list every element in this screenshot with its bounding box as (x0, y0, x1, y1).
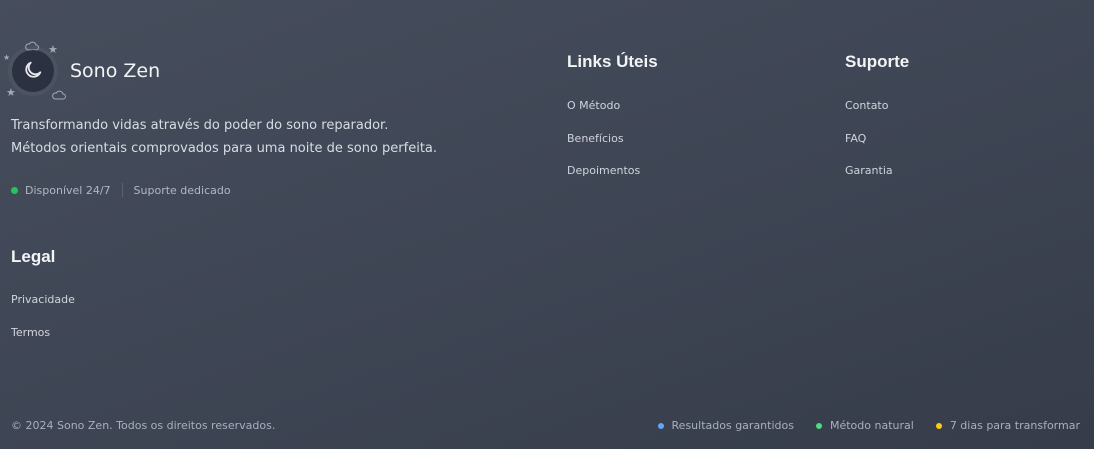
legal-list: Privacidade Termos (11, 293, 75, 358)
badge-label: 7 dias para transformar (949, 419, 1080, 432)
star-icon: ★ (3, 53, 11, 62)
link-garantia[interactable]: Garantia (845, 164, 893, 197)
link-termos[interactable]: Termos (11, 326, 75, 359)
divider (121, 183, 123, 197)
badge-seven-days: 7 dias para transformar (935, 419, 1080, 432)
link-beneficios[interactable]: Benefícios (567, 132, 640, 165)
badge-results: Resultados garantidos (657, 419, 794, 432)
cloud-icon (52, 90, 66, 100)
badge-natural: Método natural (815, 419, 914, 432)
feature-badges: Resultados garantidos Método natural 7 d… (636, 419, 1080, 432)
badge-dot (815, 422, 822, 429)
useful-links-list: O Método Benefícios Depoimentos (567, 99, 640, 197)
support-heading: Suporte (845, 52, 910, 71)
star-icon: ★ (48, 43, 58, 56)
badge-dot (657, 422, 664, 429)
link-o-metodo[interactable]: O Método (567, 99, 640, 132)
status-dot (11, 186, 18, 194)
moon-icon (25, 61, 42, 78)
logo[interactable] (12, 50, 54, 92)
availability-text: Disponível 24/7 (25, 183, 111, 197)
badge-dot (935, 422, 942, 429)
link-depoimentos[interactable]: Depoimentos (567, 164, 640, 197)
useful-links-heading: Links Úteis (567, 52, 658, 71)
status-row: Disponível 24/7 Suporte dedicado (11, 183, 231, 197)
brand: ★ ★ ★ Sono Zen (0, 38, 200, 102)
legal-heading: Legal (11, 247, 56, 266)
badge-label: Método natural (829, 419, 914, 432)
link-faq[interactable]: FAQ (845, 132, 893, 165)
link-privacidade[interactable]: Privacidade (11, 293, 75, 326)
star-icon: ★ (6, 86, 16, 99)
support-list: Contato FAQ Garantia (845, 99, 893, 197)
badge-label: Resultados garantidos (671, 419, 794, 432)
brand-name: Sono Zen (70, 60, 161, 82)
tagline: Transformando vidas através do poder do … (11, 118, 438, 156)
copyright: © 2024 Sono Zen. Todos os direitos reser… (11, 419, 276, 432)
link-contato[interactable]: Contato (845, 99, 893, 132)
support-text: Suporte dedicado (133, 183, 231, 197)
